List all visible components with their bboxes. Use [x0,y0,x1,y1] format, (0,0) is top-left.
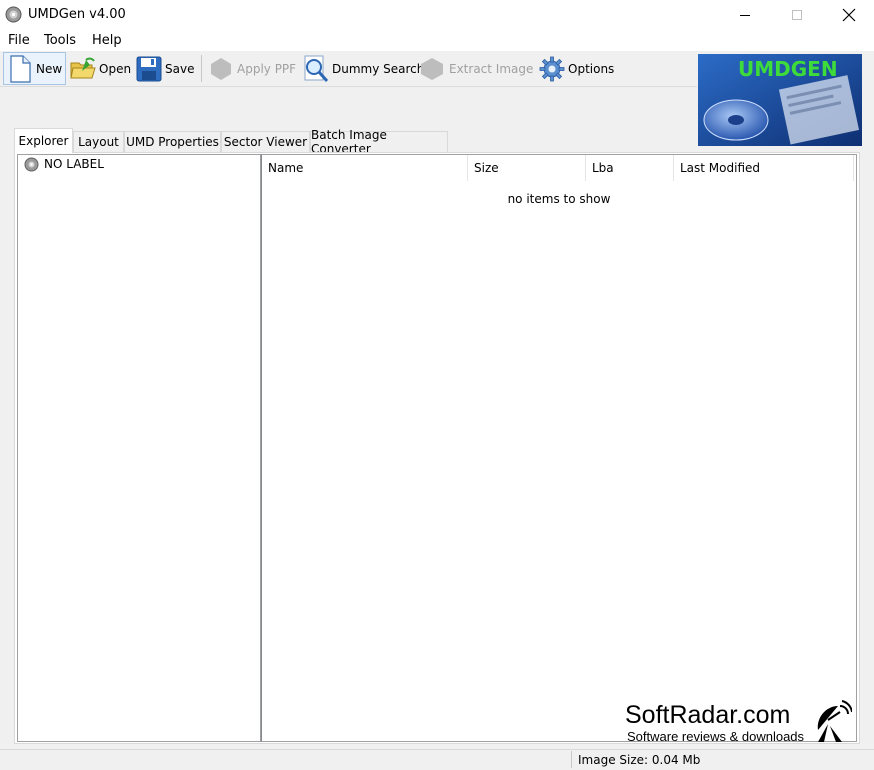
empty-list-message: no items to show [507,192,611,206]
apply-ppf-label: Apply PPF [237,61,297,76]
floppy-disk-icon [136,56,162,81]
maximize-button[interactable] [774,0,820,30]
tree-root-label[interactable]: NO LABEL [44,157,104,171]
watermark-subtitle: Software reviews & downloads [627,729,805,744]
options-label: Options [568,61,615,76]
menu-tools[interactable]: Tools [44,33,76,48]
options-button[interactable]: Options [539,52,614,85]
menu-help[interactable]: Help [92,33,122,48]
save-button-label: Save [165,61,195,76]
open-button[interactable]: Open [70,52,131,85]
tab-batch-image-converter[interactable]: Batch Image Converter [310,128,448,156]
column-header-size[interactable]: Size [468,155,586,181]
satellite-dish-icon [817,700,852,742]
column-header-lba[interactable]: Lba [586,155,674,181]
new-button[interactable]: New [3,52,66,85]
umdgen-logo: UMDGEN [698,54,862,146]
file-list-view[interactable] [261,154,857,742]
extract-image-button[interactable]: Extract Image [418,52,533,85]
tab-explorer[interactable]: Explorer [14,128,73,153]
menu-bar [0,30,874,51]
close-button[interactable] [826,0,872,30]
column-header-name[interactable]: Name [262,155,468,181]
disc-icon [5,6,22,23]
column-header-last-modified[interactable]: Last Modified [674,155,854,181]
open-button-label: Open [99,61,132,76]
tab-umd-properties[interactable]: UMD Properties [124,131,221,152]
status-bar [0,749,874,770]
gear-icon [539,56,565,81]
tab-sector-viewer[interactable]: Sector Viewer [221,131,310,152]
tree-view[interactable] [17,154,261,742]
logo-text: UMDGEN [738,57,838,81]
dummy-search-label: Dummy Search [332,61,425,76]
menu-file[interactable]: File [8,33,30,48]
apply-ppf-button[interactable]: Apply PPF [208,52,296,85]
magnifier-icon [304,55,329,82]
new-button-label: New [36,61,63,76]
save-button[interactable]: Save [136,52,194,85]
minimize-button[interactable] [722,0,768,30]
close-icon [842,8,856,22]
image-size-status: Image Size: 0.04 Mb [578,753,701,767]
apply-ppf-icon [211,57,231,80]
dummy-search-button[interactable]: Dummy Search [303,52,424,85]
toolbar-separator [201,55,202,82]
new-document-icon [10,54,31,83]
disc-icon [24,157,39,172]
tab-layout[interactable]: Layout [73,131,124,152]
status-separator [571,751,572,768]
minimize-icon [740,15,750,16]
window-title: UMDGen v4.00 [28,7,126,22]
extract-image-icon [421,57,443,80]
watermark-title: SoftRadar.com [625,701,791,729]
maximize-icon [792,10,802,20]
extract-image-label: Extract Image [449,61,534,76]
open-folder-icon [70,57,96,78]
